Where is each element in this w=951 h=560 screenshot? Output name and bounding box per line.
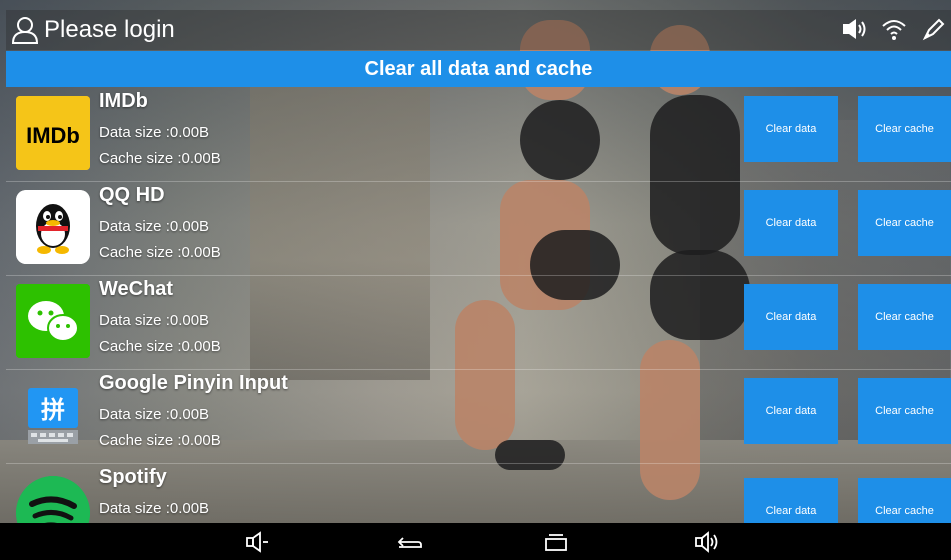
- volume-up-icon[interactable]: [693, 528, 721, 556]
- status-icons: [841, 16, 947, 47]
- clear-data-button[interactable]: Clear data: [744, 190, 838, 256]
- svg-text:IMDb: IMDb: [26, 123, 80, 148]
- app-name: QQ HD: [99, 184, 165, 206]
- app-name: Google Pinyin Input: [99, 372, 288, 394]
- app-row-qq-hd: QQ HD Data size :0.00B Cache size :0.00B…: [6, 182, 951, 276]
- app-name: WeChat: [99, 278, 174, 300]
- clear-data-button[interactable]: Clear data: [744, 378, 838, 444]
- clear-data-button[interactable]: Clear data: [744, 478, 838, 523]
- app-cache-size: Cache size :0.00B: [99, 338, 221, 355]
- pinyin-icon: 拼: [16, 378, 90, 452]
- user-icon[interactable]: [10, 15, 40, 45]
- qq-icon: [16, 190, 90, 264]
- app-cache-size: Cache size :0.00B: [99, 432, 221, 449]
- navigation-bar: [0, 523, 951, 560]
- back-icon[interactable]: [396, 528, 424, 556]
- brush-icon[interactable]: [921, 16, 947, 47]
- app-data-size: Data size :0.00B: [99, 218, 210, 235]
- wechat-icon: [16, 284, 90, 358]
- app-data-size: Data size :0.00B: [99, 406, 210, 423]
- app-row-google-pinyin-input: 拼 Google Pinyin Input Data size :0.00B C…: [6, 370, 951, 464]
- clear-cache-button[interactable]: Clear cache: [858, 96, 951, 162]
- app-row-wechat: WeChat Data size :0.00B Cache size :0.00…: [6, 276, 951, 370]
- login-prompt[interactable]: Please login: [44, 16, 175, 44]
- wifi-icon: [881, 16, 907, 47]
- app-data-size: Data size :0.00B: [99, 500, 210, 517]
- clear-cache-button[interactable]: Clear cache: [858, 284, 951, 350]
- clear-cache-button[interactable]: Clear cache: [858, 478, 951, 523]
- imdb-icon: IMDb: [16, 96, 90, 170]
- volume-icon: [841, 16, 867, 47]
- app-list: IMDb IMDb Data size :0.00B Cache size :0…: [6, 88, 951, 523]
- app-cache-size: Cache size :0.00B: [99, 150, 221, 167]
- screen: Please login Clear all data and cache IM…: [0, 0, 951, 560]
- svg-text:拼: 拼: [41, 396, 65, 424]
- app-data-size: Data size :0.00B: [99, 312, 210, 329]
- status-bar: Please login: [6, 10, 951, 50]
- clear-all-button[interactable]: Clear all data and cache: [6, 51, 951, 87]
- app-name: Spotify: [99, 466, 167, 488]
- spotify-icon: [16, 476, 90, 523]
- app-row-imdb: IMDb IMDb Data size :0.00B Cache size :0…: [6, 88, 951, 182]
- recents-icon[interactable]: [542, 528, 570, 556]
- app-cache-size: Cache size :0.00B: [99, 244, 221, 261]
- volume-down-icon[interactable]: [243, 528, 271, 556]
- clear-data-button[interactable]: Clear data: [744, 96, 838, 162]
- clear-cache-button[interactable]: Clear cache: [858, 378, 951, 444]
- app-name: IMDb: [99, 90, 148, 112]
- app-data-size: Data size :0.00B: [99, 124, 210, 141]
- app-row-spotify: Spotify Data size :0.00B Clear data Clea…: [6, 464, 951, 523]
- clear-cache-button[interactable]: Clear cache: [858, 190, 951, 256]
- clear-data-button[interactable]: Clear data: [744, 284, 838, 350]
